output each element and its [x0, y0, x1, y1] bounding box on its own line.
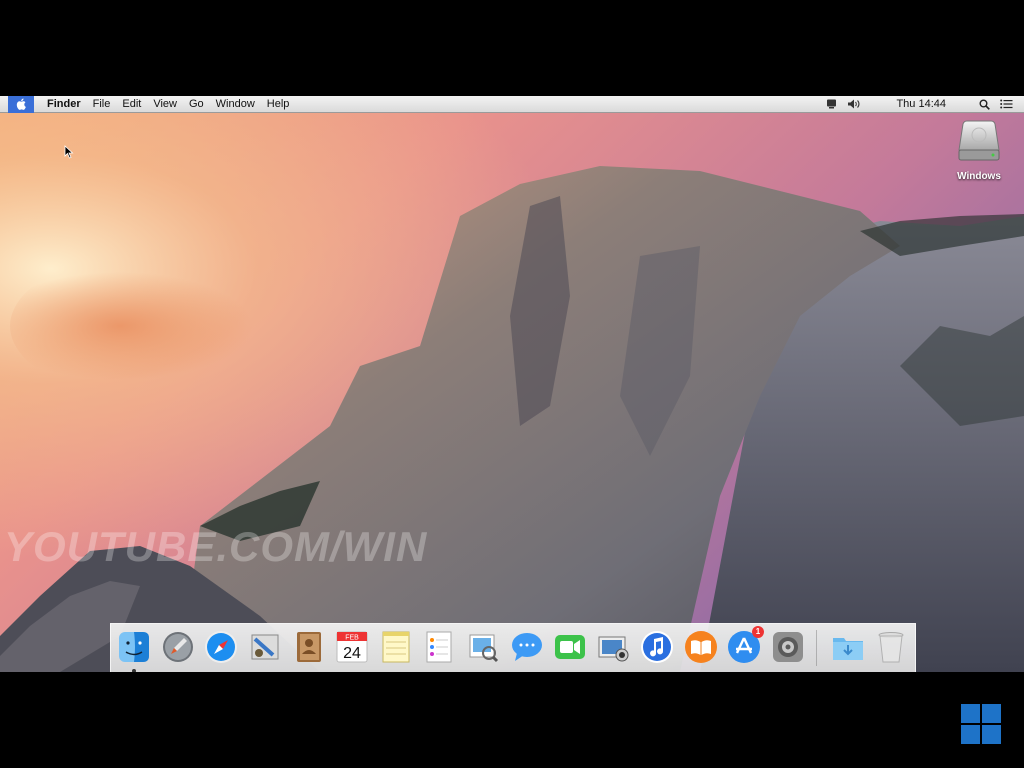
photo-icon — [598, 636, 629, 662]
menu-view[interactable]: View — [147, 96, 183, 113]
volume-icon[interactable] — [847, 96, 861, 113]
spotlight-icon[interactable] — [979, 96, 990, 113]
windows-logo-icon — [961, 704, 1001, 744]
facetime-icon — [555, 635, 585, 659]
hard-drive-icon — [958, 120, 1000, 161]
launchpad-icon — [163, 632, 193, 662]
dock-system-preferences[interactable] — [770, 629, 806, 665]
dock-contacts[interactable] — [291, 629, 327, 665]
dock-downloads-folder[interactable] — [830, 629, 866, 665]
dock-reminders[interactable] — [421, 629, 457, 665]
display-icon[interactable] — [826, 96, 837, 113]
dock-app-store[interactable]: 1 — [726, 626, 764, 665]
mouse-cursor-icon — [64, 145, 74, 159]
desktop-screen: Finder File Edit View Go Window Help Thu… — [0, 96, 1024, 672]
calendar-icon: FEB 24 — [336, 631, 368, 663]
menu-clock[interactable]: Thu 14:44 — [896, 98, 946, 110]
apple-icon — [16, 98, 26, 110]
menu-app-name[interactable]: Finder — [41, 96, 87, 113]
preview-icon — [469, 634, 499, 663]
dock-ibooks[interactable] — [683, 629, 719, 665]
ibooks-icon — [685, 631, 717, 663]
dock-trash[interactable] — [873, 629, 909, 665]
app-store-badge: 1 — [752, 626, 764, 638]
dock-facetime[interactable] — [552, 629, 588, 665]
mail-icon — [251, 634, 279, 660]
dock-finder[interactable] — [116, 629, 152, 672]
dock-mail[interactable] — [247, 629, 283, 665]
desktop-drive-windows[interactable]: Windows — [946, 118, 1012, 182]
menu-file[interactable]: File — [87, 96, 117, 113]
downloads-folder-icon — [833, 638, 863, 660]
messages-icon — [512, 633, 542, 661]
system-preferences-icon — [773, 632, 803, 662]
dock-safari[interactable] — [203, 629, 239, 665]
desktop-drive-label: Windows — [957, 171, 1001, 182]
wallpaper — [0, 96, 1024, 672]
dock-preview[interactable] — [465, 629, 501, 665]
running-indicator — [132, 669, 136, 672]
notification-center-icon[interactable] — [1000, 96, 1013, 113]
menu-bar-extras: Thu 14:44 — [821, 96, 1024, 113]
menu-bar: Finder File Edit View Go Window Help Thu… — [0, 96, 1024, 113]
menu-edit[interactable]: Edit — [116, 96, 147, 113]
menu-window[interactable]: Window — [210, 96, 261, 113]
finder-icon — [119, 632, 149, 662]
dock-messages[interactable] — [509, 629, 545, 665]
calendar-month: FEB — [345, 635, 359, 642]
calendar-day: 24 — [343, 645, 361, 662]
dock-notes[interactable] — [378, 629, 414, 665]
dock-calendar[interactable]: FEB 24 — [334, 629, 370, 665]
dock-separator — [816, 630, 817, 666]
trash-icon — [878, 632, 904, 663]
apple-menu[interactable] — [8, 96, 34, 113]
contacts-icon — [297, 632, 321, 662]
dock-launchpad[interactable] — [160, 629, 196, 665]
watermark-text: YOUTUBE.COM/WIN — [4, 523, 428, 570]
safari-icon — [205, 631, 237, 663]
reminders-icon — [426, 631, 452, 663]
notes-icon — [382, 631, 410, 663]
dock-itunes[interactable] — [639, 629, 675, 665]
menu-go[interactable]: Go — [183, 96, 210, 113]
itunes-icon — [641, 631, 673, 663]
menu-help[interactable]: Help — [261, 96, 296, 113]
dock-photo[interactable] — [596, 629, 632, 665]
dock: FEB 24 1 — [110, 623, 916, 672]
